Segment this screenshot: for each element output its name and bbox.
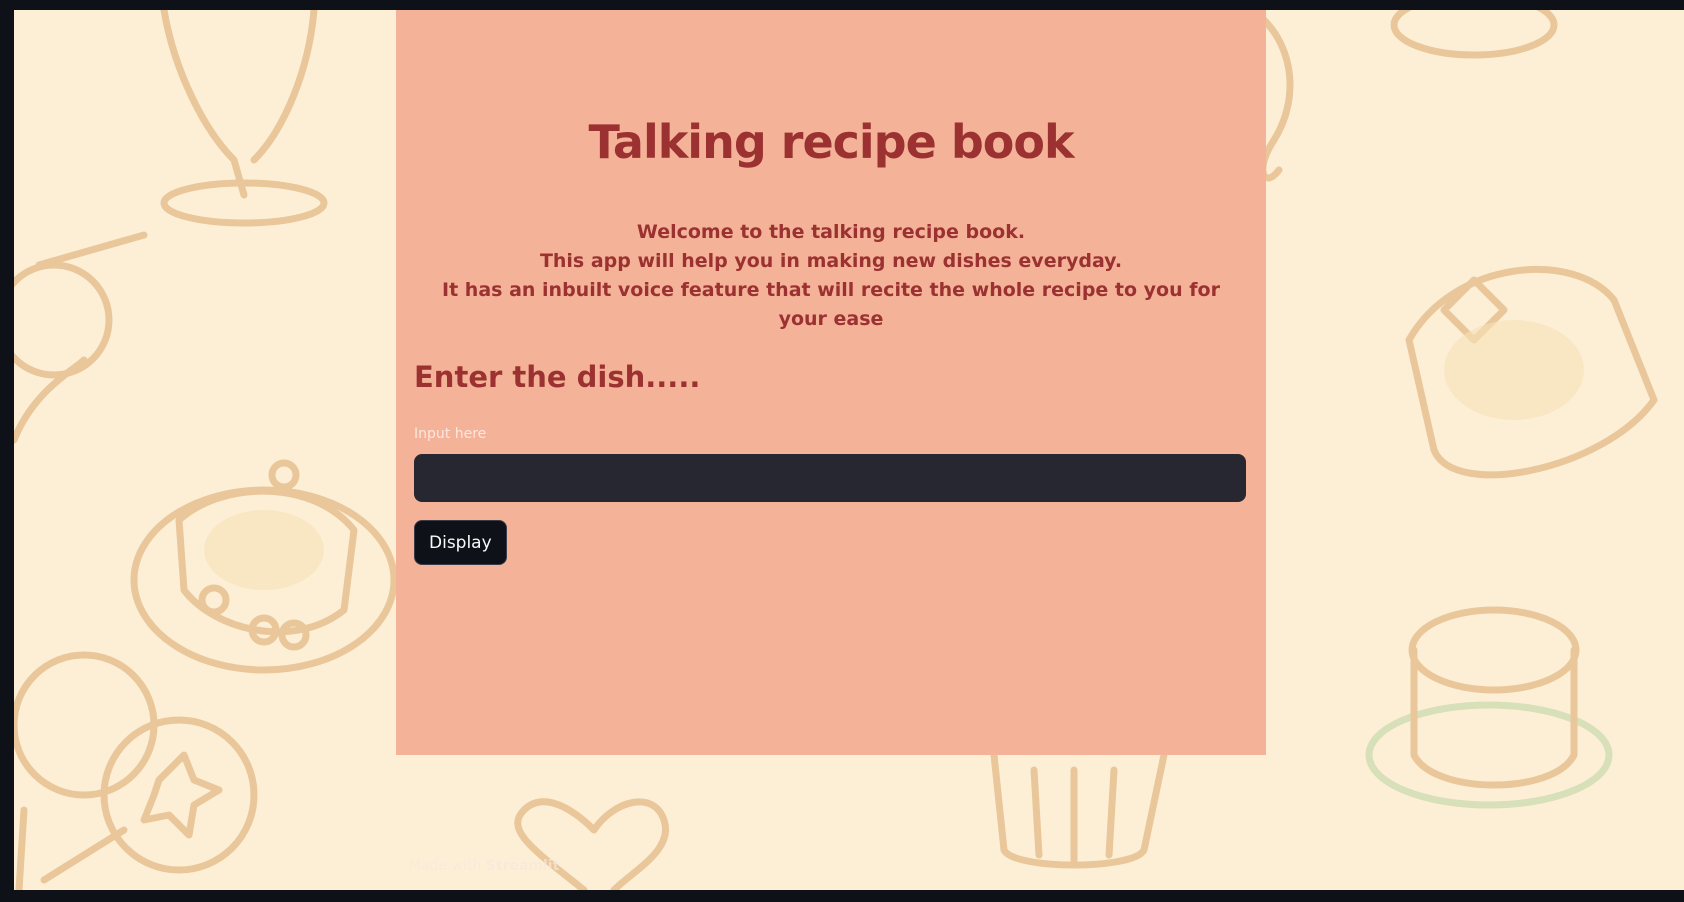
dish-input[interactable] [414, 454, 1246, 502]
welcome-line: This app will help you in making new dis… [539, 250, 1123, 272]
lollipop-icon [14, 651, 158, 799]
page-title: Talking recipe book [588, 115, 1074, 169]
app-viewport: Talking recipe book Welcome to the talki… [14, 10, 1684, 890]
footer-prefix: Made with [409, 858, 482, 874]
welcome-line: Welcome to the talking recipe book. [636, 221, 1026, 243]
display-button[interactable]: Display [414, 520, 507, 565]
cake-icon [1410, 646, 1578, 789]
cupcake-icon [990, 751, 1168, 869]
milkshake-icon [14, 261, 113, 379]
lollipop-icon [100, 716, 258, 874]
welcome-line: It has an inbuilt voice feature that wil… [442, 279, 1220, 330]
footer: Made with Streamlit [409, 858, 559, 874]
footer-brand-link[interactable]: Streamlit [486, 858, 560, 874]
cup-icon [1390, 10, 1558, 59]
parfait-glass-icon [160, 10, 318, 199]
input-label: Input here [414, 426, 487, 442]
enter-dish-heading: Enter the dish..... [414, 360, 701, 394]
welcome-text: Welcome to the talking recipe book. This… [426, 218, 1236, 334]
heart-cookie-icon [514, 798, 670, 890]
main-content-panel: Talking recipe book Welcome to the talki… [396, 10, 1266, 755]
